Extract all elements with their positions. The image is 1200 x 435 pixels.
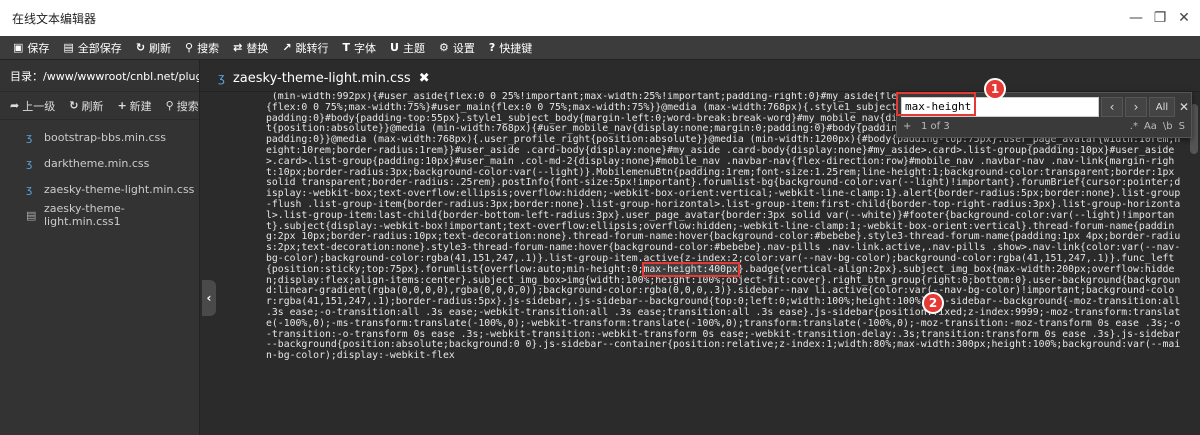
css-file-icon: ʒ [26,156,33,170]
prev-match-button[interactable]: ‹ [1101,97,1123,117]
css-file-icon: ʒ [26,130,33,144]
toolbar-button-0[interactable]: ▣ 保存 [6,36,56,60]
search-option-toggle[interactable]: \b [1163,121,1173,132]
code-after: }.badge{vertical-align:2px}.subject_img_… [266,263,1187,362]
search-options: .* Aa \b S [1130,121,1185,132]
toolbar-button-4[interactable]: ⇄ 替换 [226,36,275,60]
file-item[interactable]: ʒ bootstrap-bbs.min.css [0,124,199,150]
toolbar-button-label: 快捷键 [499,41,533,55]
save-icon: ▣ [13,41,24,54]
tab-close-icon[interactable]: ✖ [419,71,430,86]
search-icon: ⚲ [165,99,174,112]
sidebar-action-label: 刷新 [81,99,104,113]
code-editor[interactable]: (min-width:992px){#user_aside{flex:0 0 2… [218,92,1188,435]
editor-gutter [218,92,258,435]
sidebar-action-label: 搜索 [176,99,199,113]
search-match-highlight: max-height:400px [641,261,740,277]
file-item[interactable]: ʒ zaesky-theme-light.min.css [0,176,199,202]
file-icon: ▤ [26,208,37,222]
font-icon: T [342,41,351,54]
collapse-sidebar-button[interactable]: ‹ [202,280,216,316]
next-match-button[interactable]: › [1125,97,1147,117]
help-icon: ? [488,41,496,54]
expand-replace-icon[interactable]: + [903,121,911,132]
file-item[interactable]: ▤ zaesky-theme-light.min.css1 [0,202,199,228]
file-item[interactable]: ʒ darktheme.min.css [0,150,199,176]
toolbar-button-1[interactable]: ▤ 全部保存 [56,36,128,60]
close-icon[interactable]: ✕ [1174,8,1194,28]
toolbar-button-label: 保存 [27,41,50,55]
toolbar-button-7[interactable]: U 主题 [383,36,432,60]
search-input[interactable]: max-height [901,97,1099,117]
annotation-badge-2: 2 [922,292,944,314]
css-file-icon: ʒ [26,182,33,196]
file-sidebar: 目录：/www/wwwroot/cnbl.net/plugin... ➦上一级 ↻… [0,60,200,435]
replace-icon: ⇄ [233,41,243,54]
directory-path: 目录：/www/wwwroot/cnbl.net/plugin... [0,60,199,92]
search-option-toggle[interactable]: Aa [1144,121,1157,132]
sidebar-action-2[interactable]: + 新建 [117,98,151,114]
sidebar-action-0[interactable]: ➦ 上一级 [10,98,55,114]
toolbar-button-label: 跳转行 [295,41,329,55]
file-name: darktheme.min.css [44,156,150,170]
settings-icon: ⚙ [438,41,449,54]
tab-active-file[interactable]: ʒ zaesky-theme-light.min.css ✖ [210,64,438,92]
refresh-icon: ↻ [135,41,146,54]
vertical-scrollbar[interactable] [1188,92,1200,435]
up-icon: ➦ [10,99,20,112]
sidebar-action-1[interactable]: ↻ 刷新 [69,98,103,114]
refresh-icon: ↻ [69,99,79,112]
toolbar-button-label: 刷新 [149,41,172,55]
toolbar-button-9[interactable]: ? 快捷键 [482,36,539,60]
tab-bar: ʒ zaesky-theme-light.min.css ✖ [200,60,1200,92]
search-icon: ⚲ [185,41,194,54]
toolbar-button-label: 全部保存 [77,41,122,55]
toolbar: ▣ 保存 ▤ 全部保存 ↻ 刷新 ⚲ 搜索 ⇄ 替换 ↗ 跳转行 T 字体 U 主题 ⚙ 设置? 快捷键 [0,36,1200,60]
title-bar: 在线文本编辑器 — ❐ ✕ [0,0,1200,36]
find-all-button[interactable]: All [1149,97,1175,117]
toolbar-button-2[interactable]: ↻ 刷新 [129,36,178,60]
toolbar-button-label: 主题 [402,41,425,55]
minimize-icon[interactable]: — [1126,8,1146,28]
new-icon: + [117,99,127,112]
file-name: zaesky-theme-light.min.css1 [44,202,125,228]
goto-line-icon: ↗ [282,41,292,54]
sidebar-action-3[interactable]: ⚲ 搜索 [166,98,199,114]
find-widget: max-height ‹ › All ✕ + 1 of 3 .* Aa \b S [896,92,1192,138]
search-option-toggle[interactable]: S [1179,121,1185,132]
toolbar-button-3[interactable]: ⚲ 搜索 [178,36,226,60]
sidebar-actions: ➦ 上一级 ↻ 刷新 + 新建 ⚲ 搜索 [0,92,199,120]
window-title: 在线文本编辑器 [12,11,97,26]
file-name: bootstrap-bbs.min.css [44,130,166,144]
save-all-icon: ▤ [63,41,74,54]
window-controls: — ❐ ✕ [1126,8,1194,28]
tab-label: zaesky-theme-light.min.css [232,70,411,86]
toolbar-button-label: 设置 [452,41,475,55]
annotation-badge-1: 1 [984,78,1006,100]
toolbar-button-5[interactable]: ↗ 跳转行 [275,36,335,60]
match-count: 1 of 3 [921,121,950,132]
theme-icon: U [390,41,399,54]
toolbar-button-label: 替换 [246,41,269,55]
css-file-icon: ʒ [218,71,225,85]
toolbar-button-8[interactable]: ⚙ 设置 [432,36,482,60]
close-search-icon[interactable]: ✕ [1177,97,1191,117]
sidebar-action-label: 新建 [129,99,152,113]
maximize-icon[interactable]: ❐ [1150,8,1170,28]
search-option-toggle[interactable]: .* [1130,121,1138,132]
file-list: ʒ bootstrap-bbs.min.css ʒ darktheme.min.css… [0,120,199,229]
toolbar-button-label: 搜索 [197,41,220,55]
file-name: zaesky-theme-light.min.css [44,182,195,196]
sidebar-action-label: 上一级 [22,99,56,113]
toolbar-button-6[interactable]: T 字体 [336,36,384,60]
toolbar-button-label: 字体 [354,41,377,55]
